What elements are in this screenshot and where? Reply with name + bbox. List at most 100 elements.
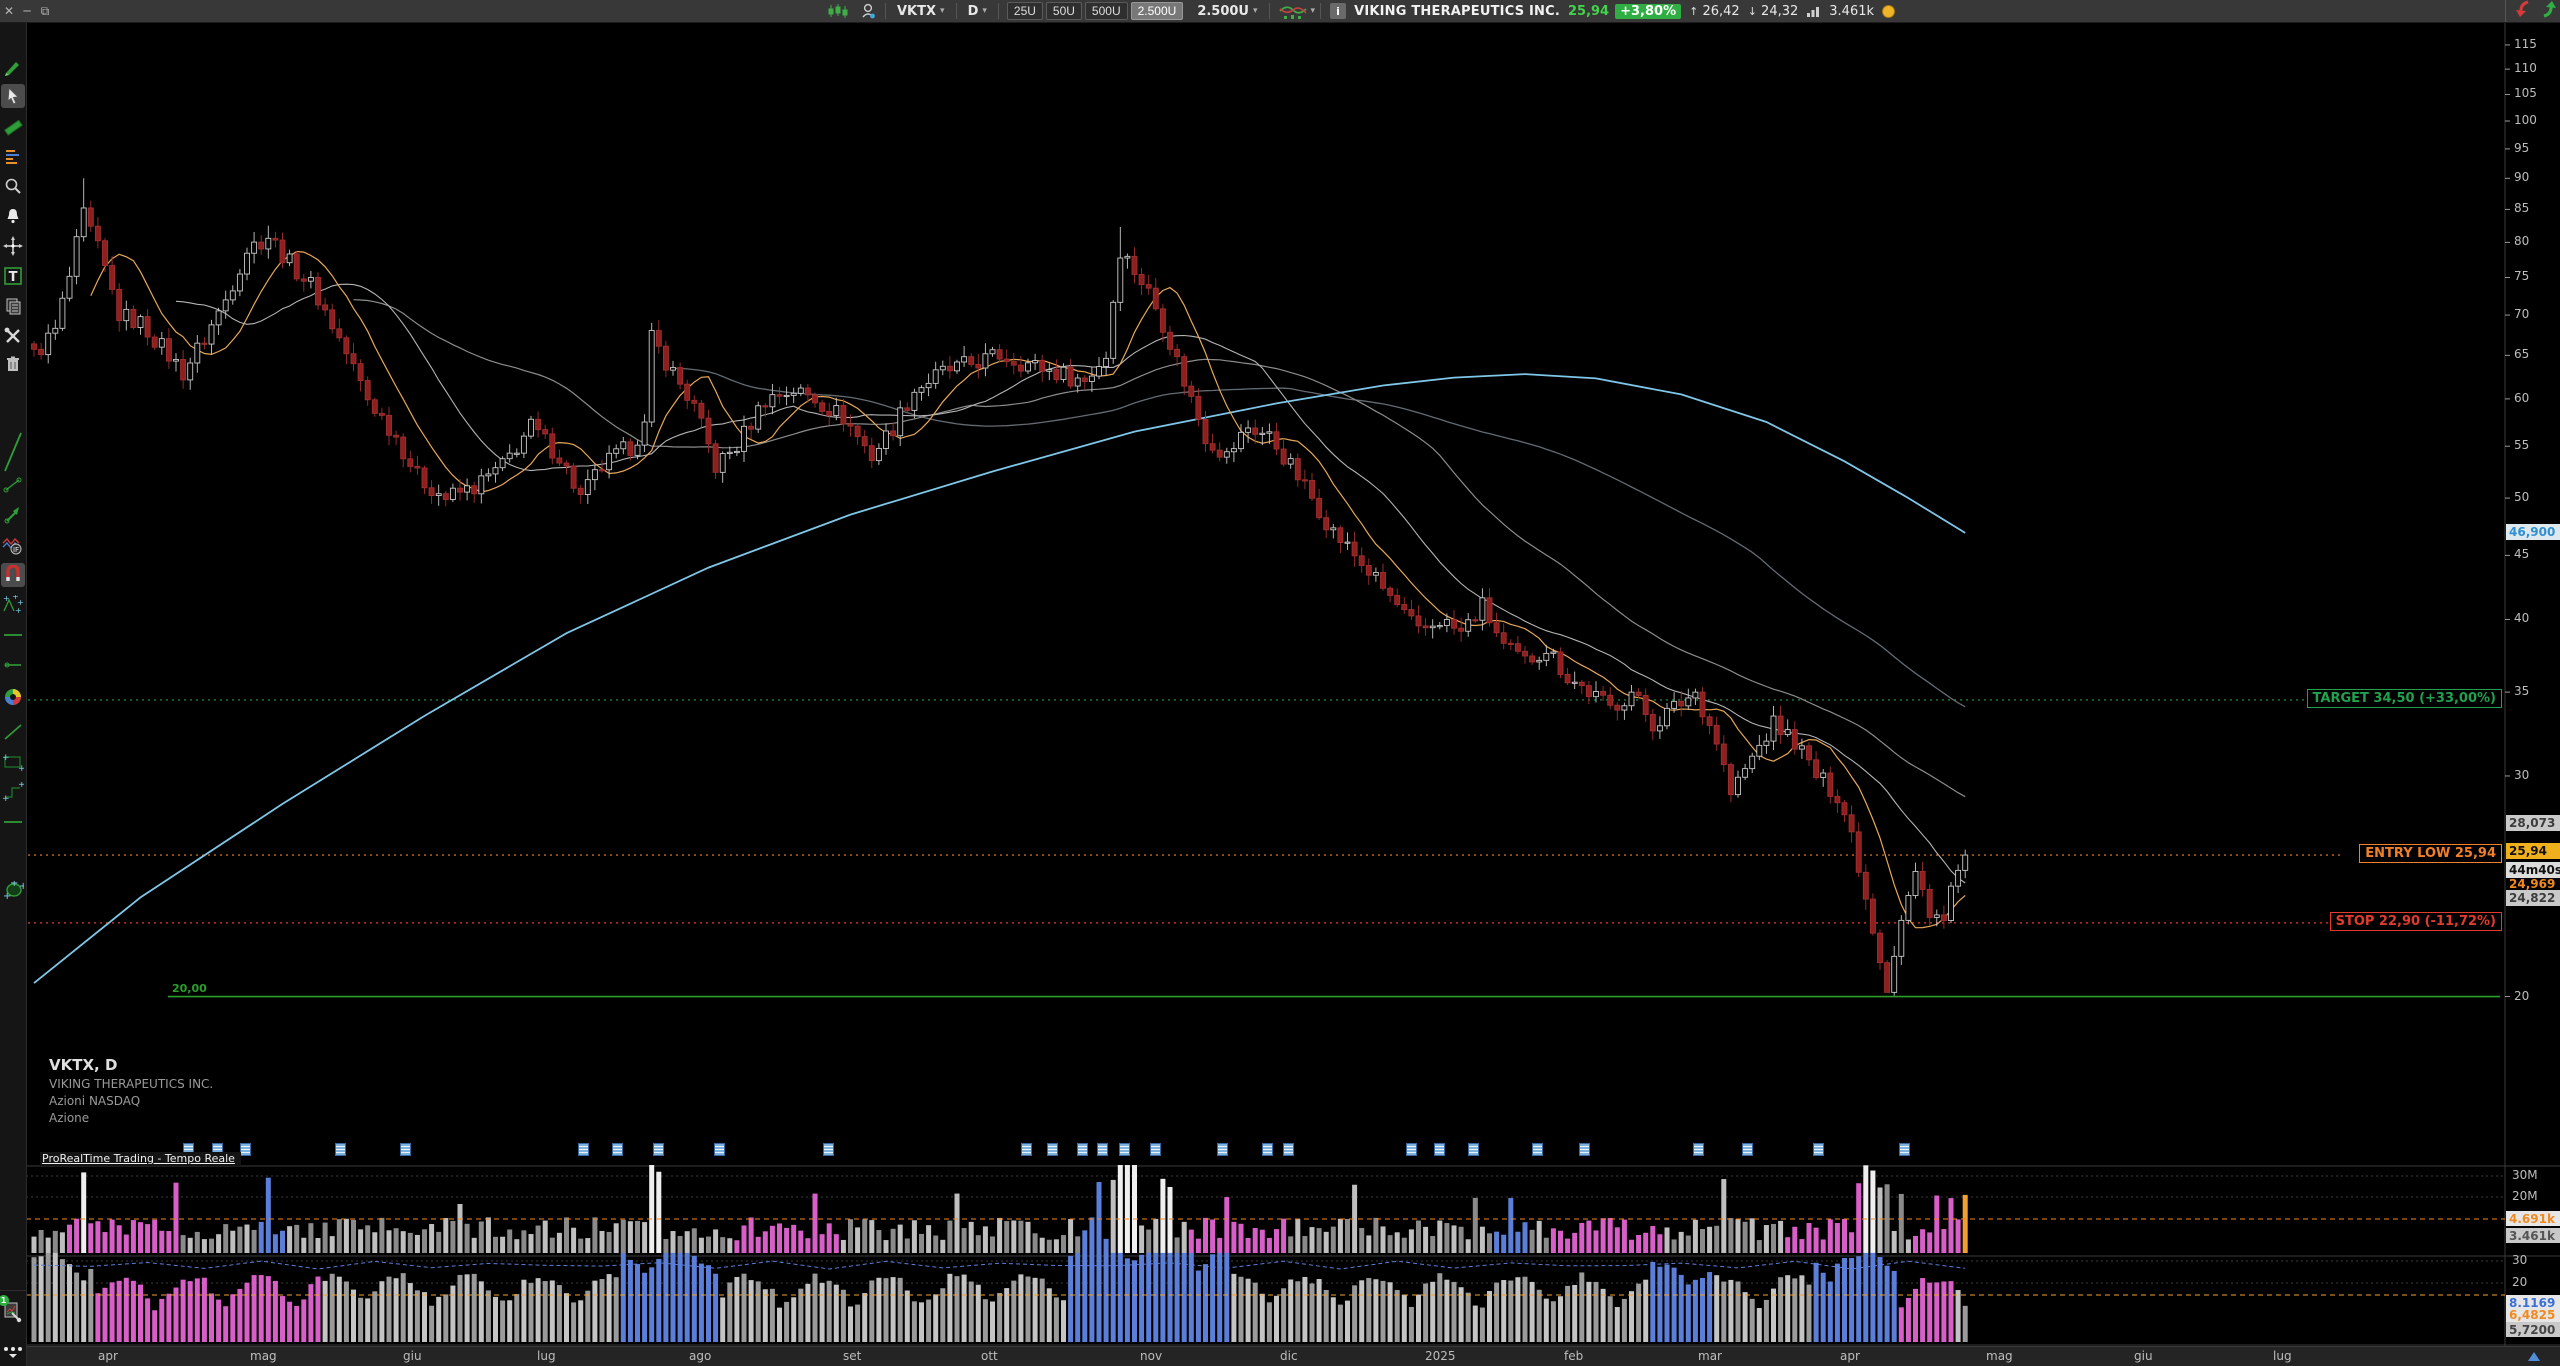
price-tick-label: 60	[2514, 391, 2529, 405]
sidebar-item-polyline-nodes[interactable]	[1, 473, 25, 497]
sidebar-item-rectangle-handles[interactable]: ++	[1, 750, 25, 774]
news-event-icon[interactable]	[1579, 1143, 1590, 1156]
moving-average-line	[673, 368, 1965, 707]
close-icon[interactable]: ✕	[0, 4, 18, 18]
news-event-icon[interactable]	[612, 1143, 623, 1156]
svg-text:+: +	[18, 782, 24, 790]
trade-annotation-label[interactable]: ENTRY LOW 25,94	[2359, 844, 2502, 863]
drawing-toolbar: TIF+++++++++++1	[0, 22, 27, 1366]
sidebar-item-arrow-vector[interactable]	[1, 503, 25, 527]
session-volume: 3.461k	[1829, 4, 1874, 19]
chevron-down-icon: ▾	[982, 6, 987, 16]
news-event-icon[interactable]	[714, 1143, 725, 1156]
news-event-icon[interactable]	[1119, 1143, 1130, 1156]
unit-button-2500U[interactable]: 2.500U	[1131, 2, 1184, 20]
svg-text:+: +	[18, 764, 24, 772]
news-event-icon[interactable]	[1468, 1143, 1479, 1156]
moving-average-line	[91, 252, 1965, 928]
news-event-icon[interactable]	[653, 1143, 664, 1156]
news-event-icon[interactable]	[335, 1143, 346, 1156]
news-event-icon[interactable]	[1406, 1143, 1417, 1156]
provider-label: ProRealTime Trading - Tempo Reale	[40, 1152, 241, 1166]
sidebar-item-horizontal-line[interactable]	[1, 623, 25, 647]
chart-mode-icon[interactable]	[1278, 2, 1308, 20]
info-icon[interactable]: i	[1330, 3, 1346, 19]
sidebar-item-horizontal-segment[interactable]	[1, 653, 25, 677]
sidebar-item-alert-bell[interactable]	[1, 204, 25, 228]
sidebar-item-draw-pencil[interactable]	[1, 55, 25, 79]
unit-button-500U[interactable]: 500U	[1085, 2, 1128, 20]
trade-annotation-label[interactable]: STOP 22,90 (-11,72%)	[2330, 912, 2502, 931]
minimize-icon[interactable]: ─	[18, 4, 36, 18]
news-event-icon[interactable]	[1899, 1143, 1910, 1156]
sidebar-item-trend-line[interactable]	[1, 440, 25, 464]
news-event-icon[interactable]	[1077, 1143, 1088, 1156]
news-event-icon[interactable]	[1021, 1143, 1032, 1156]
chevron-down-icon[interactable]: ▾	[1311, 6, 1316, 16]
sidebar-item-oblique-line[interactable]	[1, 720, 25, 744]
sidebar-item-auto-pattern-stars[interactable]: ++++	[1, 593, 25, 617]
sidebar-item-anchor-handles[interactable]: ++	[1, 780, 25, 804]
unit-button-25U[interactable]: 25U	[1007, 2, 1043, 20]
order-shortcut-group	[2505, 0, 2558, 22]
news-event-icon[interactable]	[1217, 1143, 1228, 1156]
sidebar-item-duplicate-pages[interactable]	[1, 294, 25, 318]
candlestick-style-icon[interactable]	[827, 3, 853, 19]
news-event-icon[interactable]	[1283, 1143, 1294, 1156]
sidebar-item-horizontal-ray[interactable]	[1, 810, 25, 834]
news-event-icon[interactable]	[1532, 1143, 1543, 1156]
sidebar-item-magnet-snap[interactable]	[1, 563, 25, 587]
buy-arrow-icon[interactable]	[2538, 0, 2558, 22]
news-event-icon[interactable]	[1693, 1143, 1704, 1156]
news-event-icon[interactable]	[1047, 1143, 1058, 1156]
sidebar-item-if-zigzag[interactable]: IF	[1, 533, 25, 557]
watermark-name: VIKING THERAPEUTICS INC.	[49, 1077, 213, 1091]
axis-month-label: apr	[98, 1349, 118, 1363]
svg-text:+: +	[3, 595, 10, 603]
sidebar-item-zoom-magnifier[interactable]	[1, 174, 25, 198]
watermark-symbol: VKTX, D	[49, 1056, 213, 1074]
price-tick-label: 35	[2514, 684, 2529, 698]
day-high: ↑ 26,42	[1689, 4, 1740, 19]
sidebar-item-more-options[interactable]	[1, 1340, 25, 1364]
sell-arrow-icon[interactable]	[2514, 0, 2534, 22]
timeframe-selector[interactable]: D▾	[962, 4, 993, 19]
sidebar-item-tools-wrench[interactable]	[1, 324, 25, 348]
unit-dropdown[interactable]: 2.500U▾	[1191, 4, 1263, 19]
sidebar-item-indicator-levels[interactable]	[1, 144, 25, 168]
sidebar-item-chart-settings[interactable]: 1	[1, 1300, 25, 1324]
scroll-to-latest-icon[interactable]	[2528, 1352, 2540, 1361]
symbol-selector[interactable]: VKTX▾	[891, 4, 951, 19]
indicator-series	[32, 1253, 1968, 1342]
trade-annotation-label[interactable]: TARGET 34,50 (+33,00%)	[2307, 689, 2502, 708]
sidebar-item-ellipse-handles[interactable]: +++	[1, 880, 25, 904]
unit-button-50U[interactable]: 50U	[1046, 2, 1082, 20]
sidebar-item-color-wheel[interactable]	[1, 685, 25, 709]
sidebar-item-select-cursor[interactable]	[1, 84, 25, 108]
svg-text:+: +	[2, 794, 10, 802]
news-event-icon[interactable]	[1742, 1143, 1753, 1156]
svg-text:T: T	[9, 270, 18, 285]
restore-icon[interactable]: ⧉	[36, 4, 54, 19]
news-event-icon[interactable]	[400, 1143, 411, 1156]
panel-scale-label: 20M	[2512, 1189, 2538, 1203]
news-event-icon[interactable]	[240, 1143, 251, 1156]
price-chart-canvas[interactable]	[0, 0, 2560, 1366]
sidebar-item-measure-ruler[interactable]	[1, 114, 25, 138]
sidebar-item-trash-can[interactable]	[1, 352, 25, 376]
price-tick-label: 85	[2514, 201, 2529, 215]
news-event-icon[interactable]	[1097, 1143, 1108, 1156]
axis-month-label: feb	[1564, 1349, 1583, 1363]
news-event-icon[interactable]	[578, 1143, 589, 1156]
streaming-status-icon[interactable]	[859, 2, 877, 20]
news-event-icon[interactable]	[1150, 1143, 1161, 1156]
sidebar-item-move-cross[interactable]	[1, 234, 25, 258]
news-event-icon[interactable]	[823, 1143, 834, 1156]
news-event-icon[interactable]	[1262, 1143, 1273, 1156]
news-event-icon[interactable]	[1813, 1143, 1824, 1156]
news-event-icon[interactable]	[1434, 1143, 1445, 1156]
axis-month-label: set	[843, 1349, 861, 1363]
price-value-box: 24,822	[2506, 890, 2560, 906]
sidebar-item-text-tool[interactable]: T	[1, 264, 25, 288]
svg-text:+: +	[2, 753, 10, 763]
